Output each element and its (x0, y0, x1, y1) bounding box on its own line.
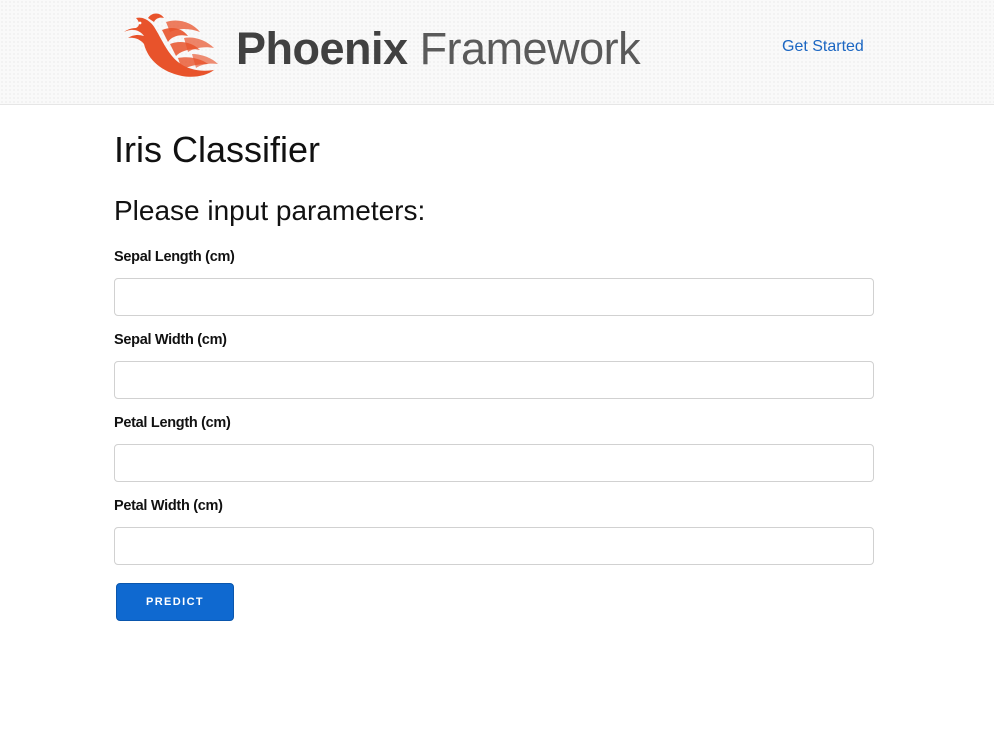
sepal-length-input[interactable] (114, 278, 874, 316)
form-subtitle: Please input parameters: (114, 195, 426, 226)
main-content: Iris Classifier Please input parameters:… (114, 104, 874, 621)
get-started-link[interactable]: Get Started (782, 38, 864, 56)
petal-length-input[interactable] (114, 444, 874, 482)
predict-button[interactable]: Predict (116, 583, 234, 621)
logo-name-bold: Phoenix (236, 22, 408, 74)
site-header: Phoenix Framework Get Started (0, 0, 994, 105)
phoenix-logo[interactable]: Phoenix Framework (122, 10, 641, 86)
sepal-width-label: Sepal Width (cm) (114, 332, 227, 348)
petal-length-label: Petal Length (cm) (114, 415, 231, 431)
phoenix-bird-logo-icon (124, 13, 218, 77)
petal-length-group: Petal Length (cm) (114, 414, 874, 482)
sepal-length-label: Sepal Length (cm) (114, 249, 235, 265)
sepal-length-group: Sepal Length (cm) (114, 248, 874, 316)
petal-width-label: Petal Width (cm) (114, 498, 223, 514)
logo-name-light: Framework (419, 22, 641, 74)
logo-wordmark: Phoenix Framework (236, 22, 641, 74)
petal-width-input[interactable] (114, 527, 874, 565)
page-title: Iris Classifier (114, 129, 321, 170)
sepal-width-input[interactable] (114, 361, 874, 399)
sepal-width-group: Sepal Width (cm) (114, 331, 874, 399)
petal-width-group: Petal Width (cm) (114, 497, 874, 565)
